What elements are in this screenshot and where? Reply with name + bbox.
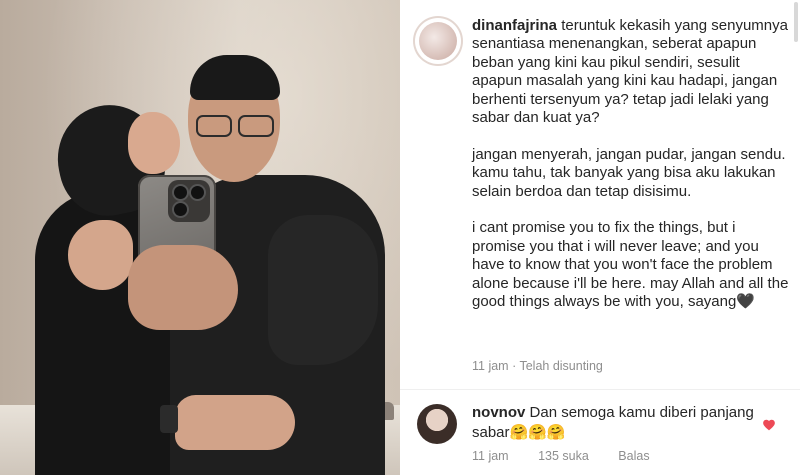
caption-username[interactable]: dinanfajrina bbox=[472, 17, 557, 34]
caption-text-3: i cant promise you to fix the things, bu… bbox=[472, 219, 789, 311]
avatar[interactable] bbox=[415, 18, 461, 64]
photo-watch bbox=[160, 405, 178, 433]
photo-man-sleeve bbox=[268, 215, 378, 365]
caption-meta: 11 jam · Telah disunting bbox=[472, 359, 603, 373]
reply-comment: novnov Dan semoga kamu diberi panjang sa… bbox=[472, 403, 762, 443]
photo-woman-hand-lower bbox=[175, 395, 295, 450]
comments-panel: dinanfajrina teruntuk kekasih yang senyu… bbox=[400, 0, 800, 475]
caption-text-2: jangan menyerah, jangan pudar, jangan se… bbox=[472, 145, 786, 200]
reply-time: 11 jam bbox=[472, 449, 509, 463]
photo-phone-camera bbox=[168, 180, 210, 222]
divider bbox=[400, 389, 800, 390]
photo-woman-face bbox=[128, 112, 180, 174]
post-photo bbox=[0, 0, 400, 475]
photo-glasses bbox=[194, 115, 274, 137]
photo-man-hand bbox=[128, 245, 238, 330]
reply-meta: 11 jam 135 suka Balas bbox=[472, 449, 676, 463]
reply-avatar[interactable] bbox=[417, 404, 457, 444]
post-caption: dinanfajrina teruntuk kekasih yang senyu… bbox=[472, 17, 790, 330]
reply-username[interactable]: novnov bbox=[472, 404, 525, 421]
scrollbar[interactable] bbox=[794, 2, 798, 42]
photo-woman-hand bbox=[68, 220, 133, 290]
reply-button[interactable]: Balas bbox=[618, 449, 649, 463]
heart-icon[interactable] bbox=[762, 418, 776, 432]
reply-likes[interactable]: 135 suka bbox=[538, 449, 589, 463]
